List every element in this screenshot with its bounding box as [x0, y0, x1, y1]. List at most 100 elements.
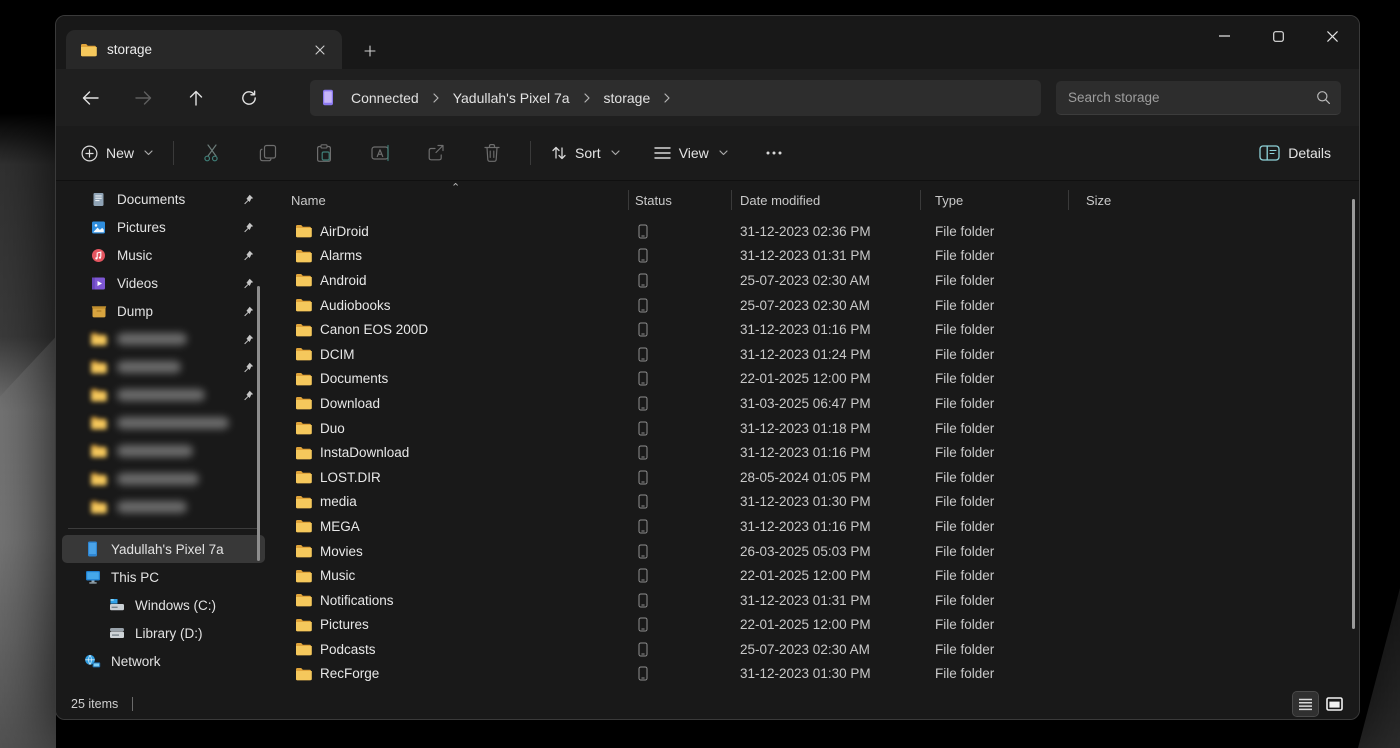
column-header-type[interactable]: Type [921, 190, 1069, 210]
sidebar-item-library-d[interactable]: Library (D:) [62, 619, 265, 647]
breadcrumb-device-status[interactable]: Connected [343, 87, 427, 109]
pin-icon [241, 306, 255, 317]
sort-button[interactable]: Sort [541, 138, 630, 168]
copy-button[interactable] [248, 135, 288, 171]
column-header-status[interactable]: Status [629, 190, 732, 210]
file-type: File folder [921, 445, 1069, 460]
sidebar-item-redacted[interactable] [62, 325, 265, 353]
sidebar-item-videos[interactable]: Videos [62, 269, 265, 297]
on-device-status-icon [638, 273, 648, 288]
maximize-button[interactable] [1251, 16, 1305, 56]
file-row-media[interactable]: media 31-12-2023 01:30 PM File folder [279, 490, 1359, 515]
sort-ascending-icon: ⌃ [451, 181, 460, 194]
on-device-status-icon [638, 568, 648, 583]
file-date-modified: 22-01-2025 12:00 PM [732, 371, 921, 386]
tab-close-icon[interactable] [308, 38, 332, 62]
file-row-android[interactable]: Android 25-07-2023 02:30 AM File folder [279, 268, 1359, 293]
sidebar-item-dump[interactable]: Dump [62, 297, 265, 325]
minimize-button[interactable] [1197, 16, 1251, 56]
sidebar-pinned-list: Documents Pictures Music Videos Dump [56, 185, 271, 521]
sidebar-item-redacted[interactable] [62, 409, 265, 437]
thumbnails-view-toggle[interactable] [1322, 692, 1347, 716]
delete-button[interactable] [472, 135, 512, 171]
back-button[interactable] [70, 80, 110, 116]
details-view-toggle[interactable] [1293, 692, 1318, 716]
redacted-label [117, 501, 187, 513]
file-row-duo[interactable]: Duo 31-12-2023 01:18 PM File folder [279, 416, 1359, 441]
sidebar-scrollbar[interactable] [257, 286, 260, 561]
redacted-label [117, 333, 187, 345]
file-row-pictures[interactable]: Pictures 22-01-2025 12:00 PM File folder [279, 613, 1359, 638]
file-row-instadownload[interactable]: InstaDownload 31-12-2023 01:16 PM File f… [279, 440, 1359, 465]
on-device-status-icon [638, 544, 648, 559]
on-device-status-icon [638, 248, 648, 263]
new-button[interactable]: New [71, 138, 163, 169]
file-date-modified: 31-12-2023 01:16 PM [732, 445, 921, 460]
redacted-label [117, 445, 193, 457]
file-row-lost-dir[interactable]: LOST.DIR 28-05-2024 01:05 PM File folder [279, 465, 1359, 490]
file-row-movies[interactable]: Movies 26-03-2025 05:03 PM File folder [279, 539, 1359, 564]
file-name: InstaDownload [320, 445, 409, 460]
forward-button[interactable] [123, 80, 163, 116]
on-device-status-icon [638, 396, 648, 411]
column-header-date-modified[interactable]: Date modified [732, 190, 921, 210]
file-date-modified: 31-12-2023 01:24 PM [732, 347, 921, 362]
file-row-notifications[interactable]: Notifications 31-12-2023 01:31 PM File f… [279, 588, 1359, 613]
file-row-download[interactable]: Download 31-03-2025 06:47 PM File folder [279, 391, 1359, 416]
column-header-size[interactable]: Size [1069, 190, 1181, 210]
file-row-dcim[interactable]: DCIM 31-12-2023 01:24 PM File folder [279, 342, 1359, 367]
new-tab-button[interactable] [356, 38, 384, 64]
sidebar-item-redacted[interactable] [62, 381, 265, 409]
breadcrumb: Connected Yadullah's Pixel 7a storage [310, 80, 1041, 116]
refresh-button[interactable] [229, 80, 269, 116]
file-row-airdroid[interactable]: AirDroid 31-12-2023 02:36 PM File folder [279, 219, 1359, 244]
on-device-status-icon [638, 519, 648, 534]
file-date-modified: 28-05-2024 01:05 PM [732, 470, 921, 485]
search-input[interactable] [1068, 90, 1316, 105]
file-row-documents[interactable]: Documents 22-01-2025 12:00 PM File folde… [279, 367, 1359, 392]
tab-title: storage [107, 42, 308, 57]
file-list-scrollbar[interactable] [1352, 199, 1355, 629]
sidebar-item-redacted[interactable] [62, 493, 265, 521]
sidebar-item-redacted[interactable] [62, 437, 265, 465]
file-row-audiobooks[interactable]: Audiobooks 25-07-2023 02:30 AM File fold… [279, 293, 1359, 318]
new-button-label: New [106, 145, 134, 161]
sidebar-item-redacted[interactable] [62, 465, 265, 493]
file-row-canon-eos-200d[interactable]: Canon EOS 200D 31-12-2023 01:16 PM File … [279, 317, 1359, 342]
details-pane-button[interactable]: Details [1249, 138, 1341, 168]
file-type: File folder [921, 593, 1069, 608]
view-button[interactable]: View [644, 138, 738, 168]
sidebar-item-redacted[interactable] [62, 353, 265, 381]
sidebar-item-music[interactable]: Music [62, 241, 265, 269]
paste-button[interactable] [304, 135, 344, 171]
breadcrumb-segment-device[interactable]: Yadullah's Pixel 7a [445, 87, 578, 109]
redacted-label [117, 389, 205, 401]
share-button[interactable] [416, 135, 456, 171]
breadcrumb-segment-storage[interactable]: storage [596, 87, 659, 109]
file-row-alarms[interactable]: Alarms 31-12-2023 01:31 PM File folder [279, 244, 1359, 269]
file-row-podcasts[interactable]: Podcasts 25-07-2023 02:30 AM File folder [279, 637, 1359, 662]
pin-icon [241, 334, 255, 345]
file-row-recforge[interactable]: RecForge 31-12-2023 01:30 PM File folder [279, 662, 1359, 687]
folder-icon [295, 421, 312, 435]
more-options-button[interactable] [754, 135, 794, 171]
command-toolbar: New [56, 126, 1359, 181]
search-icon[interactable] [1316, 90, 1331, 105]
file-name: Canon EOS 200D [320, 322, 428, 337]
cut-button[interactable] [192, 135, 232, 171]
explorer-tab-storage[interactable]: storage [66, 30, 342, 69]
sidebar-item-network[interactable]: Network [62, 647, 265, 675]
rename-button[interactable] [360, 135, 400, 171]
navigation-bar: Connected Yadullah's Pixel 7a storage [56, 69, 1359, 126]
sidebar-item-this-pc[interactable]: This PC [62, 563, 265, 591]
sidebar-item-windows-c[interactable]: Windows (C:) [62, 591, 265, 619]
sidebar-item-yadullah-s-pixel-7a[interactable]: Yadullah's Pixel 7a [62, 535, 265, 563]
close-button[interactable] [1305, 16, 1359, 56]
file-row-music[interactable]: Music 22-01-2025 12:00 PM File folder [279, 563, 1359, 588]
items-count: 25 items [71, 697, 118, 711]
file-type: File folder [921, 666, 1069, 681]
sidebar-item-documents[interactable]: Documents [62, 185, 265, 213]
sidebar-item-pictures[interactable]: Pictures [62, 213, 265, 241]
up-button[interactable] [176, 80, 216, 116]
file-row-mega[interactable]: MEGA 31-12-2023 01:16 PM File folder [279, 514, 1359, 539]
